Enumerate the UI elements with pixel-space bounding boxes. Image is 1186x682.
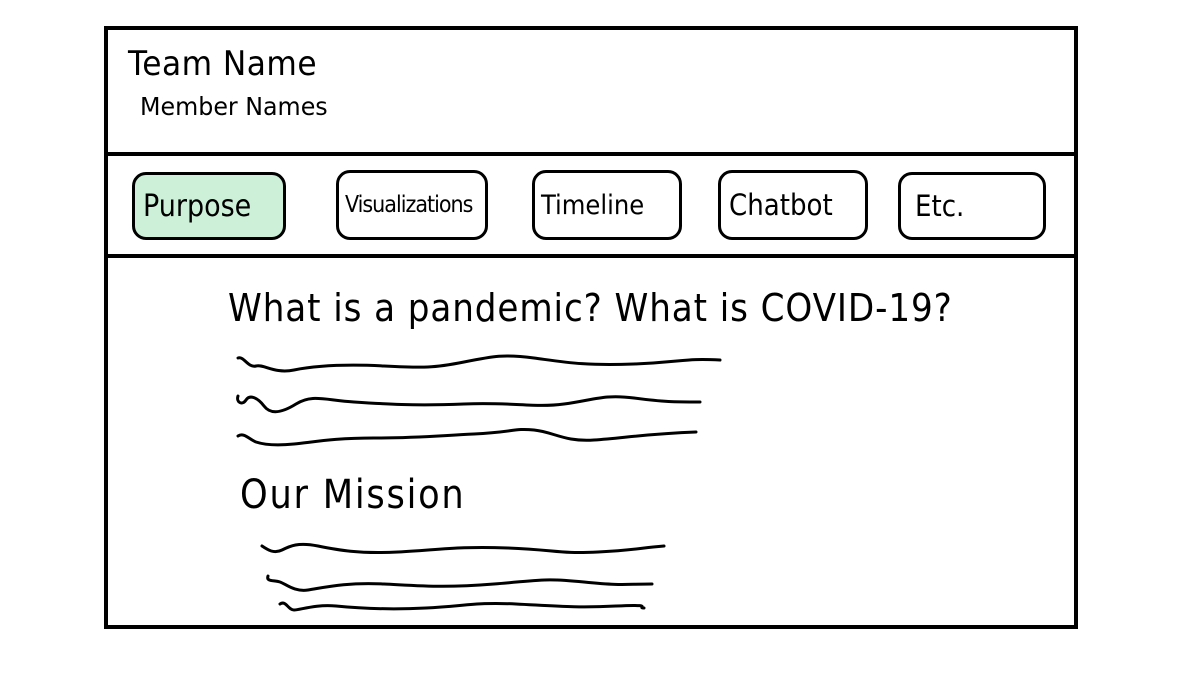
mission-heading: Our Mission xyxy=(240,472,466,518)
placeholder-text-line xyxy=(236,427,698,447)
tab-purpose[interactable]: Purpose xyxy=(132,172,286,240)
tab-timeline[interactable]: Timeline xyxy=(532,170,682,240)
tab-visualizations[interactable]: Visualizations xyxy=(336,170,488,240)
tab-chatbot-label: Chatbot xyxy=(729,188,833,222)
question-heading: What is a pandemic? What is COVID-19? xyxy=(228,286,953,330)
team-name: Team Name xyxy=(128,44,318,84)
tab-chatbot[interactable]: Chatbot xyxy=(718,170,868,240)
tab-visualizations-label: Visualizations xyxy=(345,192,473,218)
page-frame: Team Name Member Names Purpose Visualiza… xyxy=(104,26,1078,629)
purpose-content: What is a pandemic? What is COVID-19? Ou… xyxy=(108,258,1074,625)
tab-timeline-label: Timeline xyxy=(541,189,645,221)
tab-purpose-label: Purpose xyxy=(143,188,252,224)
tab-etc[interactable]: Etc. xyxy=(898,172,1046,240)
placeholder-text-line xyxy=(266,574,654,592)
header: Team Name Member Names xyxy=(108,30,1074,156)
tab-etc-label: Etc. xyxy=(915,189,965,223)
nav-bar: Purpose Visualizations Timeline Chatbot … xyxy=(108,156,1074,258)
placeholder-text-line xyxy=(236,394,702,414)
placeholder-text-line xyxy=(260,542,666,555)
member-names: Member Names xyxy=(140,92,328,121)
placeholder-text-line xyxy=(236,354,722,373)
placeholder-text-line xyxy=(278,601,646,612)
